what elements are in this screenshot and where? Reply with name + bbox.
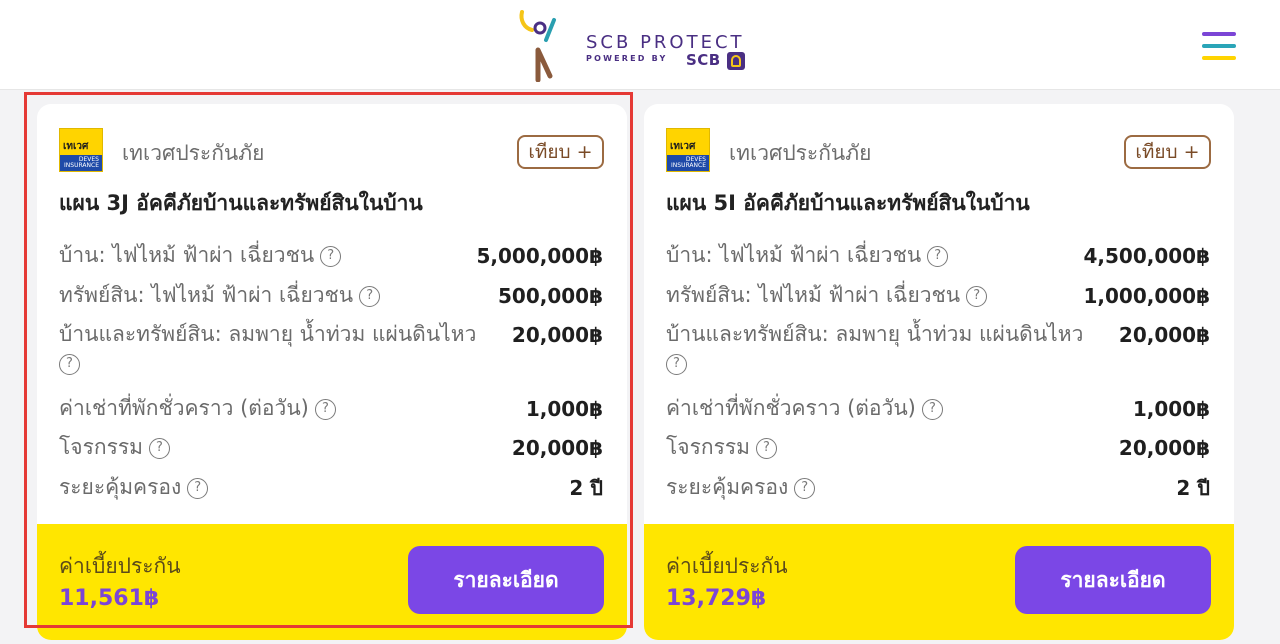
help-icon[interactable]: ? [921,399,943,420]
help-icon[interactable]: ? [359,286,381,307]
coverage-value: 1,000฿ [525,397,603,421]
premium-label: ค่าเบี้ยประกัน [666,554,788,578]
brand-scb: SCB [686,51,721,69]
plan-title: แผน 3J อัคคีภัยบ้านและทรัพย์สินในบ้าน [59,191,423,215]
coverage-label-text: ค่าเช่าที่พักชั่วคราว (ต่อวัน) [59,396,309,420]
scb-badge-icon [727,52,745,70]
compare-button[interactable]: เทียบ + [1124,135,1211,169]
premium-label: ค่าเบี้ยประกัน [59,554,181,578]
coverage-label-text: บ้าน: ไฟไหม้ ฟ้าผ่า เฉี่ยวชน [59,243,315,267]
coverage-label: บ้านและทรัพย์สิน: ลมพายุ น้ำท่วม แผ่นดิน… [59,320,476,348]
coverage-label-text: ทรัพย์สิน: ไฟไหม้ ฟ้าผ่า เฉี่ยวชน [59,283,354,307]
premium-value: 11,561฿ [59,586,160,611]
coverage-value: 20,000฿ [1118,436,1210,460]
coverage-label: บ้าน: ไฟไหม้ ฟ้าผ่า เฉี่ยวชน? [666,241,949,269]
hamburger-icon-bar-3 [1202,56,1236,60]
coverage-label: ค่าเช่าที่พักชั่วคราว (ต่อวัน)? [59,394,336,422]
coverage-label: บ้านและทรัพย์สิน: ลมพายุ น้ำท่วม แผ่นดิน… [666,320,1083,348]
plan-title: แผน 5I อัคคีภัยบ้านและทรัพย์สินในบ้าน [666,191,1030,215]
top-header: SCB PROTECT POWERED BY SCB [0,0,1280,90]
premium-footer: ค่าเบี้ยประกัน 13,729฿ รายละเอียด [644,524,1234,640]
coverage-value: 2 ปี [569,476,603,500]
help-icon[interactable]: ? [794,478,816,499]
hamburger-menu-button[interactable] [1202,32,1236,62]
deves-logo-icon: เทเวศ DEVES INSURANCE [59,128,103,172]
coverage-label: ระยะคุ้มครอง? [666,473,816,501]
help-icon[interactable]: ? [148,438,170,459]
premium-footer: ค่าเบี้ยประกัน 11,561฿ รายละเอียด [37,524,627,640]
plan-card: เทเวศ DEVES INSURANCE เทเวศประกันภัย เที… [644,104,1234,640]
coverage-label-text: โจรกรรม [666,435,750,459]
coverage-label-text: ค่าเช่าที่พักชั่วคราว (ต่อวัน) [666,396,916,420]
help-icon[interactable]: ? [187,478,209,499]
coverage-label: ทรัพย์สิน: ไฟไหม้ ฟ้าผ่า เฉี่ยวชน? [666,281,988,309]
compare-button[interactable]: เทียบ + [517,135,604,169]
coverage-label-text: โจรกรรม [59,435,143,459]
help-icon[interactable]: ? [320,246,342,267]
deves-logo-sub: DEVES INSURANCE [667,155,709,171]
coverage-value: 4,500,000฿ [1083,244,1210,268]
coverage-label: โจรกรรม? [59,433,170,461]
hamburger-icon [1202,32,1236,36]
deves-logo-sub: DEVES INSURANCE [60,155,102,171]
help-icon[interactable]: ? [666,354,687,375]
coverage-label: บ้าน: ไฟไหม้ ฟ้าผ่า เฉี่ยวชน? [59,241,342,269]
coverage-value: 2 ปี [1176,476,1210,500]
coverage-value: 20,000฿ [511,436,603,460]
coverage-label: ระยะคุ้มครอง? [59,473,209,501]
details-button[interactable]: รายละเอียด [408,546,604,614]
help-icon[interactable]: ? [927,246,949,267]
help-icon[interactable]: ? [755,438,777,459]
deves-logo-icon: เทเวศ DEVES INSURANCE [666,128,710,172]
details-button[interactable]: รายละเอียด [1015,546,1211,614]
coverage-label: ทรัพย์สิน: ไฟไหม้ ฟ้าผ่า เฉี่ยวชน? [59,281,381,309]
deves-logo-text: เทเวศ [670,141,696,152]
help-icon[interactable]: ? [59,354,80,375]
deves-logo-text: เทเวศ [63,141,89,152]
coverage-value: 20,000฿ [1118,323,1210,347]
hamburger-icon-bar-2 [1202,44,1236,48]
brand-powered-by: POWERED BY [586,54,668,63]
coverage-label: โจรกรรม? [666,433,777,461]
scb-protect-figure-icon [519,10,556,82]
coverage-value: 1,000฿ [1132,397,1210,421]
coverage-label-text: บ้านและทรัพย์สิน: ลมพายุ น้ำท่วม แผ่นดิน… [59,322,477,346]
help-icon[interactable]: ? [966,286,988,307]
coverage-label: ค่าเช่าที่พักชั่วคราว (ต่อวัน)? [666,394,943,422]
coverage-value: 20,000฿ [511,323,603,347]
coverage-label-text: บ้านและทรัพย์สิน: ลมพายุ น้ำท่วม แผ่นดิน… [666,322,1084,346]
insurer-name: เทเวศประกันภัย [122,141,265,165]
premium-value: 13,729฿ [666,586,767,611]
coverage-value: 500,000฿ [497,284,603,308]
coverage-value: 5,000,000฿ [476,244,603,268]
brand-title: SCB PROTECT [586,32,745,53]
insurer-name: เทเวศประกันภัย [729,141,872,165]
plan-card: เทเวศ DEVES INSURANCE เทเวศประกันภัย เที… [37,104,627,640]
scb-protect-logo[interactable]: SCB PROTECT POWERED BY SCB [516,6,756,82]
coverage-label-text: ทรัพย์สิน: ไฟไหม้ ฟ้าผ่า เฉี่ยวชน [666,283,961,307]
coverage-label-text: บ้าน: ไฟไหม้ ฟ้าผ่า เฉี่ยวชน [666,243,922,267]
coverage-label-text: ระยะคุ้มครอง [59,475,182,499]
coverage-value: 1,000,000฿ [1083,284,1210,308]
coverage-label-text: ระยะคุ้มครอง [666,475,789,499]
help-icon[interactable]: ? [314,399,336,420]
